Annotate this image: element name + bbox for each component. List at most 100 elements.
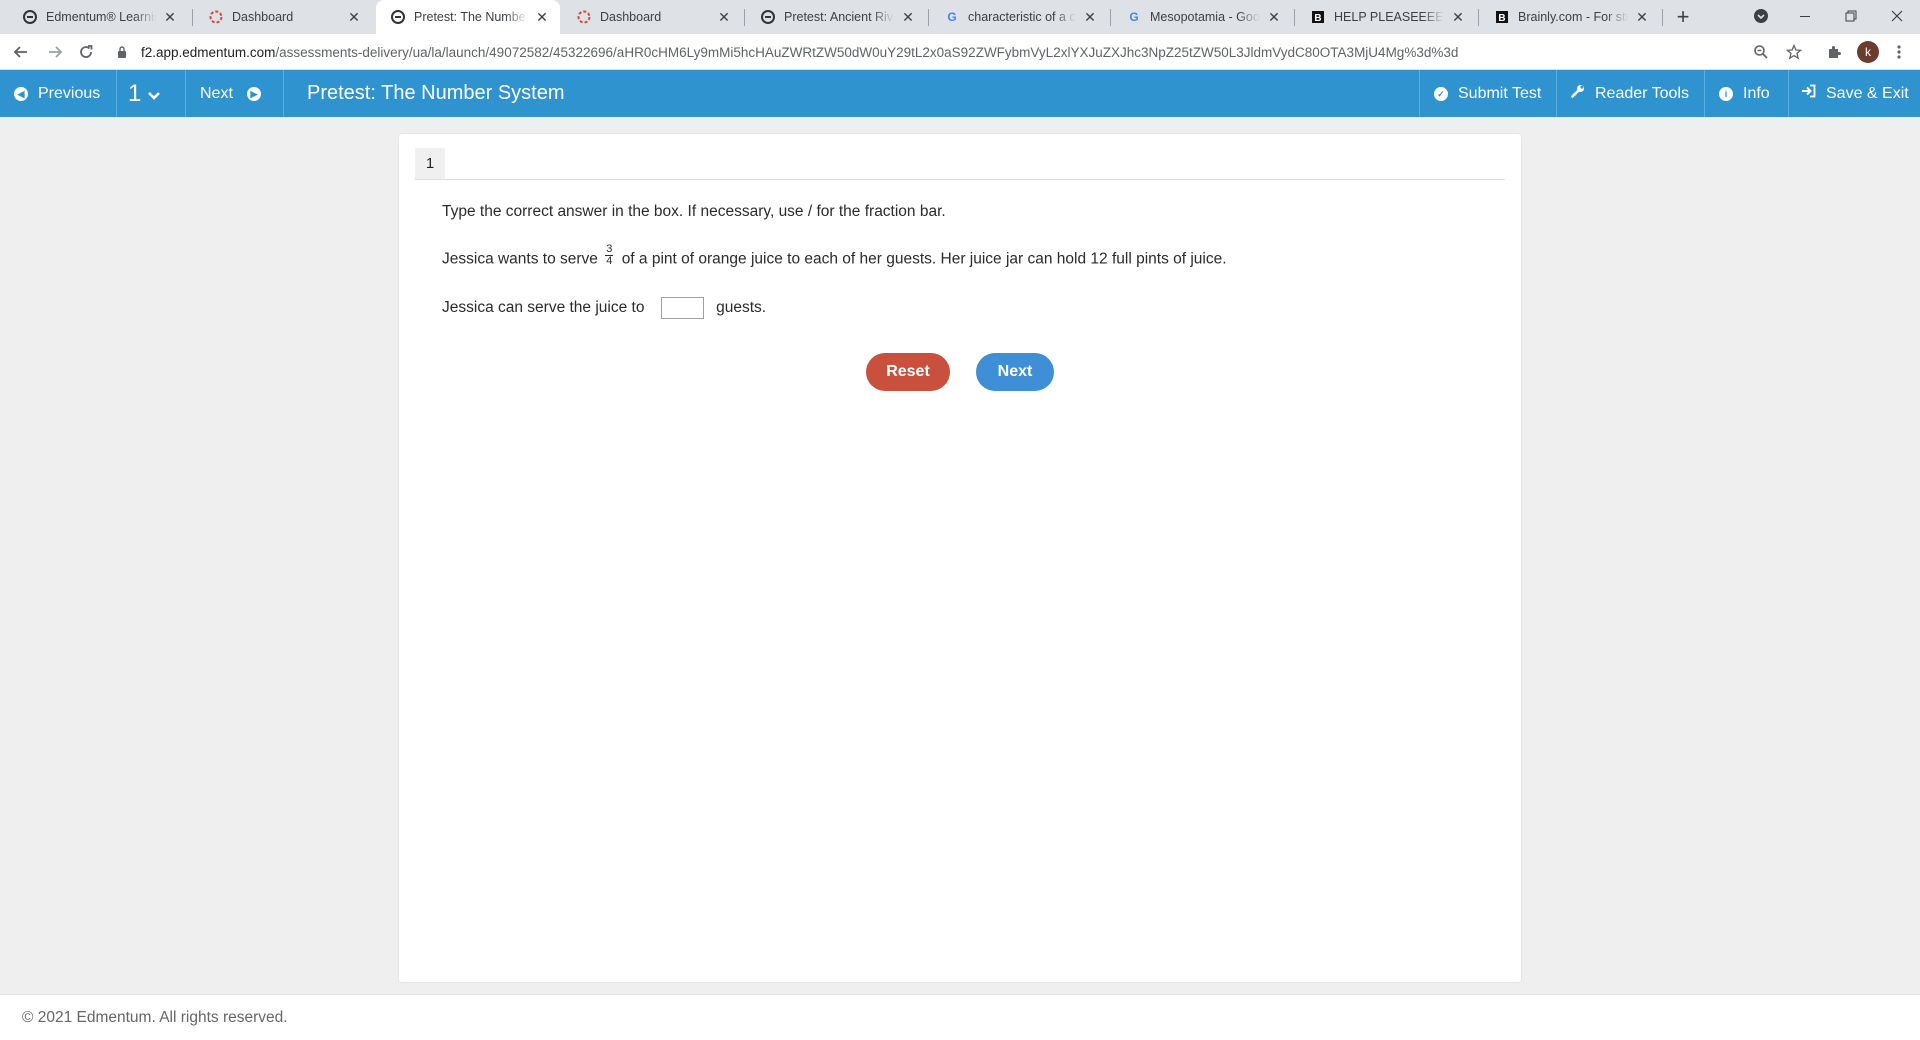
copyright-text: © 2021 Edmentum. All rights reserved. [22,1009,288,1026]
browser-toolbar: f2.app.edmentum.com/assessments-delivery… [0,34,1920,70]
wrench-icon [1571,84,1585,103]
header-divider [185,70,186,117]
url-path: /assessments-delivery/ua/la/launch/49072… [275,44,1459,60]
submit-test-label: Submit Test [1458,84,1542,102]
svg-text:B: B [1498,13,1505,24]
address-bar[interactable]: f2.app.edmentum.com/assessments-delivery… [141,38,1721,66]
question-selector[interactable]: 1 [128,70,184,117]
tab-title: Dashboard [600,10,662,24]
header-next-label: Next [200,84,233,102]
new-tab-button[interactable]: + [1670,4,1696,30]
close-tab-icon[interactable]: ✕ [1266,9,1282,25]
tab-title: Pretest: Ancient River C [784,10,894,24]
page-footer: © 2021 Edmentum. All rights reserved. [0,994,1920,1040]
svg-text:G: G [1129,10,1138,24]
close-tab-icon[interactable]: ✕ [900,9,916,25]
previous-button[interactable]: ◀ Previous [14,70,114,117]
dashboard-spinner-icon [576,9,592,25]
back-arrow-icon[interactable] [9,40,33,64]
info-circle-icon: i [1719,86,1733,101]
tab-separator [1478,9,1479,26]
lock-icon[interactable] [115,40,129,64]
tab-separator [928,9,929,26]
browser-menu-icon[interactable] [1887,40,1911,64]
forward-arrow-icon[interactable] [43,40,67,64]
question-stem: Jessica wants to serve 3 4 of a pint of … [442,244,1227,271]
header-divider [1556,70,1557,117]
header-divider [1788,70,1789,117]
browser-tab[interactable]: Dashboard ✕ [562,0,742,34]
reader-tools-button[interactable]: Reader Tools [1571,70,1701,117]
tab-title: characteristic of a civili [968,10,1076,24]
browser-tab[interactable]: Edmentum® Learning ✕ [8,0,188,34]
next-button[interactable]: Next [976,353,1054,391]
question-header-divider [415,179,1505,180]
save-exit-label: Save & Exit [1826,84,1909,102]
header-divider [1419,70,1420,117]
zoom-icon[interactable] [1749,40,1773,64]
header-divider [116,70,117,117]
submit-test-button[interactable]: ✓ Submit Test [1434,70,1554,117]
browser-tab[interactable]: B Brainly.com - For stude ✕ [1480,0,1660,34]
browser-tab-active[interactable]: Pretest: The Number S ✕ [376,0,560,34]
browser-tab[interactable]: Pretest: Ancient River C ✕ [746,0,926,34]
close-tab-icon[interactable]: ✕ [346,9,362,25]
question-selector-value: 1 [128,79,142,107]
header-divider [283,70,284,117]
edmentum-icon [22,9,38,25]
sign-out-icon [1801,84,1816,103]
brainly-icon: B [1494,9,1510,25]
reload-icon[interactable] [74,40,98,64]
header-divider [1704,70,1705,117]
close-tab-icon[interactable]: ✕ [1634,9,1650,25]
close-tab-icon[interactable]: ✕ [716,9,732,25]
close-tab-icon[interactable]: ✕ [1082,9,1098,25]
info-label: Info [1743,84,1770,102]
close-tab-icon[interactable]: ✕ [534,9,550,25]
answer-input[interactable] [660,297,704,319]
restore-icon[interactable] [1828,0,1874,32]
google-icon: G [944,9,960,25]
svg-text:G: G [947,10,956,24]
close-window-icon[interactable] [1874,0,1920,32]
browser-tab[interactable]: Dashboard ✕ [194,0,372,34]
fraction-denominator: 4 [606,255,613,267]
reset-button[interactable]: Reset [866,353,950,391]
stem-before: Jessica wants to serve [442,250,598,268]
tab-separator [1294,9,1295,26]
browser-tab[interactable]: G characteristic of a civili ✕ [930,0,1108,34]
tab-search-icon[interactable] [1738,0,1784,32]
tab-separator [744,9,745,26]
header-next-button[interactable]: Next ▶ [200,70,280,117]
question-card: 1 Type the correct answer in the box. If… [398,133,1522,983]
close-tab-icon[interactable]: ✕ [162,9,178,25]
browser-tab[interactable]: G Mesopotamia - Googl ✕ [1112,0,1292,34]
tab-title: Edmentum® Learning [46,10,156,24]
assessment-header: ◀ Previous 1 Next ▶ Pretest: The Number … [0,70,1920,117]
bookmark-star-icon[interactable] [1782,40,1806,64]
extensions-puzzle-icon[interactable] [1822,40,1846,64]
edmentum-icon [390,9,406,25]
answer-suffix: guests. [716,299,767,317]
question-number-tab: 1 [415,148,445,179]
tab-title: Mesopotamia - Googl [1150,10,1260,24]
arrow-left-circle-icon: ◀ [14,86,28,101]
dashboard-spinner-icon [208,9,224,25]
minimize-icon[interactable] [1782,0,1828,32]
tab-separator [1110,9,1111,26]
question-instruction: Type the correct answer in the box. If n… [442,203,946,220]
close-tab-icon[interactable]: ✕ [1450,9,1466,25]
tab-title: Brainly.com - For stude [1518,10,1628,24]
browser-tab-strip: Edmentum® Learning ✕ Dashboard ✕ Pretest… [0,0,1920,34]
reader-tools-label: Reader Tools [1595,84,1689,102]
save-exit-button[interactable]: Save & Exit [1801,70,1919,117]
check-circle-icon: ✓ [1434,86,1448,101]
answer-prefix: Jessica can serve the juice to [442,299,645,317]
profile-avatar[interactable]: k [1857,41,1879,63]
answer-sentence: Jessica can serve the juice to guests. [442,297,766,319]
browser-tab[interactable]: B HELP PLEASEEEEEE Dr ✕ [1296,0,1476,34]
brainly-icon: B [1310,9,1326,25]
tab-title: HELP PLEASEEEEEE Dr [1334,10,1444,24]
info-button[interactable]: i Info [1719,70,1781,117]
tab-separator [192,9,193,26]
